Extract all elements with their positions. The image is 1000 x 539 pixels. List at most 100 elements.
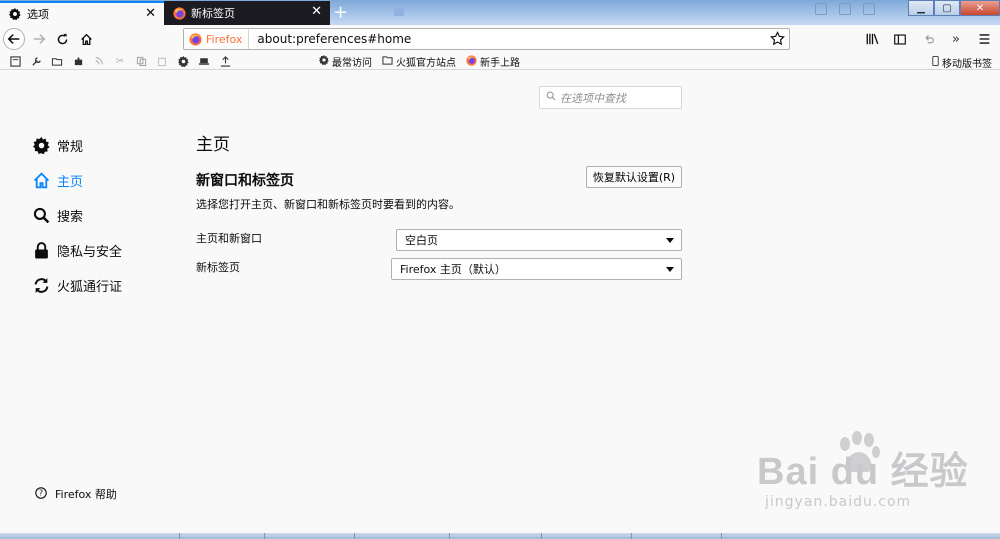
bookmark-firefox-official[interactable]: 火狐官方站点 [382,54,456,69]
addons-puzzle-icon[interactable] [71,54,85,68]
cut-icon[interactable]: ✂ [113,54,127,68]
identity-label: Firefox [206,32,243,46]
paste-icon[interactable] [155,54,169,68]
tab-strip-icons [815,3,875,15]
category-label: 隐私与安全 [57,245,123,260]
window-icon [863,3,875,15]
watermark-text: Bai du 经验 [757,451,969,493]
sync-icon [32,277,50,295]
watermark-url: jingyan.baidu.com [765,494,912,510]
baidu-watermark: Bai du 经验 jingyan.baidu.com [757,430,992,520]
section-title: 新窗口和标签页 [196,173,294,189]
category-label: 搜索 [57,210,84,225]
close-icon[interactable]: ✕ [311,5,322,19]
minimize-button[interactable]: ▁ [908,0,934,16]
taskbar-item[interactable] [450,533,542,539]
library-icon[interactable] [862,28,882,50]
firefox-icon [466,54,477,69]
back-button[interactable] [3,28,25,50]
bookmark-label: 火狐官方站点 [396,58,456,69]
new-tab-button[interactable]: + [333,2,348,23]
taskbar-item[interactable] [355,533,450,539]
window-controls: ▁ ▢ ✕ [908,0,1000,16]
upload-icon[interactable] [218,54,232,68]
homepage-label: 主页和新窗口 [196,232,262,245]
bookmark-label: 最常访问 [332,58,372,69]
category-sync[interactable]: 火狐通行证 [32,268,122,303]
gear-icon [32,137,50,155]
gear-icon [319,55,329,68]
window-close-button[interactable]: ✕ [960,0,1000,16]
bookmark-items: 最常访问 火狐官方站点 新手上路 [319,54,520,69]
category-label: 火狐通行证 [57,280,123,295]
mobile-bookmarks[interactable]: 移动版书签 [932,55,992,70]
tab-label: 选项 [27,8,49,21]
rss-icon[interactable] [92,54,106,68]
taskbar-item[interactable] [632,533,722,539]
hat-icon[interactable] [197,54,211,68]
mobile-bookmarks-label: 移动版书签 [942,59,992,70]
page-title: 主页 [196,135,230,155]
forward-button[interactable] [28,28,50,50]
search-placeholder: 在选项中查找 [560,91,626,105]
maximize-button[interactable]: ▢ [934,0,960,16]
taskbar-item[interactable] [180,533,265,539]
folder-icon [382,55,393,68]
reload-button[interactable] [51,28,73,50]
overflow-chevron-icon[interactable]: » [946,28,966,50]
nav-bar: Firefox about:preferences#home » [0,25,1000,53]
tab-options[interactable]: 选项 ✕ [0,1,164,25]
toolbar-icons: ✂ [8,54,232,68]
bookmark-getting-started[interactable]: 新手上路 [466,54,520,69]
identity-box[interactable]: Firefox [184,29,250,49]
taskbar-item[interactable] [265,533,355,539]
bookmark-star-icon[interactable] [770,31,785,49]
os-taskbar [0,533,1000,539]
window-icon [839,3,851,15]
forward-arrow-icon [33,34,46,44]
wrench-icon[interactable] [29,54,43,68]
gear-icon[interactable] [176,54,190,68]
tab-new-tab[interactable]: 新标签页 ✕ [164,1,330,25]
folder-icon[interactable] [50,54,64,68]
homepage-select[interactable]: 空白页 [396,229,682,251]
newtab-label: 新标签页 [196,261,240,274]
gear-icon [8,7,22,21]
restore-defaults-button[interactable]: 恢复默认设置(R) [586,166,682,188]
firefox-icon [172,6,186,20]
lock-icon [32,242,50,260]
taskbar-item[interactable] [542,533,632,539]
home-icon [80,33,92,45]
sidebar-toggle-icon[interactable] [890,28,910,50]
firefox-icon [189,32,202,46]
tab-strip-divider [394,8,404,16]
section-description: 选择您打开主页、新窗口和新标签页时要看到的内容。 [196,198,460,211]
category-search[interactable]: 搜索 [32,198,122,233]
category-privacy[interactable]: 隐私与安全 [32,233,122,268]
help-label: Firefox 帮助 [55,488,117,501]
nav-right-tools: » [862,28,994,50]
url-text[interactable]: about:preferences#home [249,32,411,46]
taskbar-item[interactable] [0,533,180,539]
hamburger-menu-icon[interactable] [974,28,994,50]
category-general[interactable]: 常规 [32,128,122,163]
close-icon[interactable]: ✕ [145,7,156,21]
undo-icon[interactable] [918,28,938,50]
search-input[interactable]: 在选项中查找 [539,86,682,109]
copy-icon[interactable] [134,54,148,68]
newtab-select[interactable]: Firefox 主页（默认） [391,258,682,280]
tab-label: 新标签页 [191,7,235,20]
category-sidebar: 常规 主页 搜索 隐私与安全 火狐通行证 [32,128,122,303]
firefox-help-link[interactable]: ? Firefox 帮助 [35,486,117,502]
svg-text:?: ? [39,488,43,497]
bookmark-most-visited[interactable]: 最常访问 [319,54,372,69]
screenshot-icon[interactable] [8,54,22,68]
back-arrow-icon [7,34,20,44]
dropdown-arrow-icon [666,267,674,272]
search-icon [32,207,50,225]
category-home[interactable]: 主页 [32,163,122,198]
url-bar[interactable]: Firefox about:preferences#home [183,28,790,50]
home-button[interactable] [75,28,97,50]
window-icon [815,3,827,15]
bookmark-label: 新手上路 [480,58,520,69]
